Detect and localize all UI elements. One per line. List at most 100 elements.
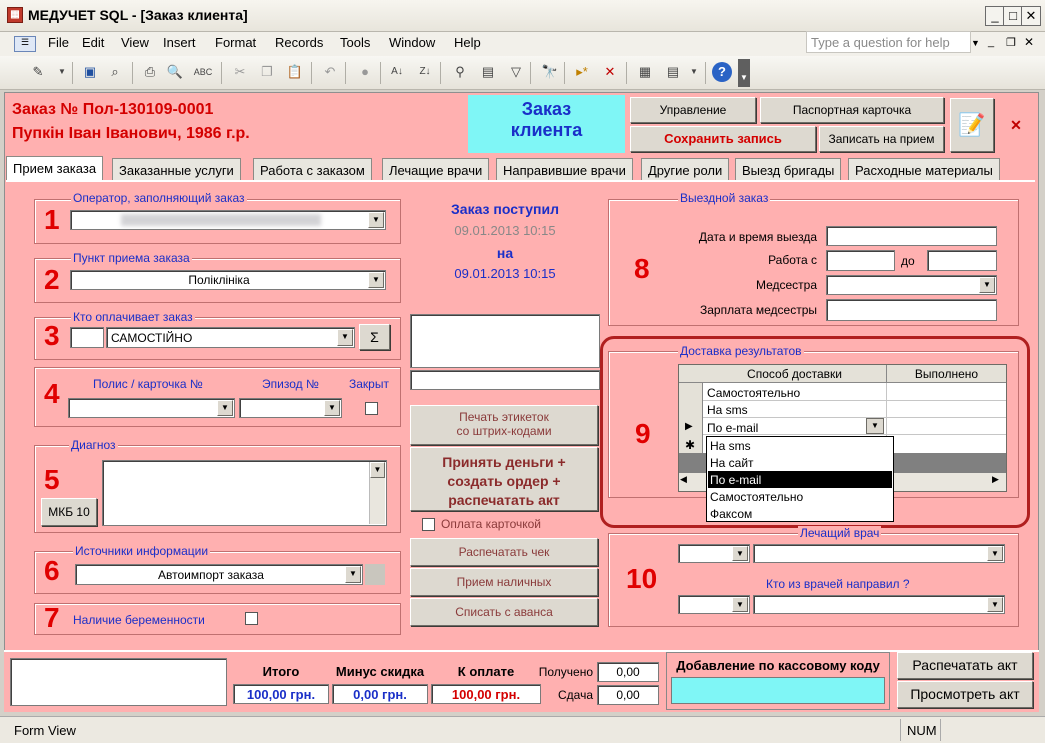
- chevron-down-icon[interactable]: ▼: [345, 566, 361, 583]
- undo-icon[interactable]: ↶: [320, 62, 340, 82]
- dropdown-option-fax[interactable]: Факсом: [710, 507, 752, 521]
- print-icon[interactable]: ⎙: [140, 62, 160, 82]
- chevron-down-icon[interactable]: ▼: [732, 546, 748, 561]
- chevron-down-icon[interactable]: ▼: [324, 400, 340, 416]
- menu-help[interactable]: Help: [451, 35, 484, 50]
- chevron-down-icon[interactable]: ▼: [370, 462, 385, 478]
- tab-consumables[interactable]: Расходные материалы: [848, 158, 1000, 180]
- tab-order-work[interactable]: Работа с заказом: [253, 158, 372, 180]
- filter-by-selection-icon[interactable]: ⚲: [450, 62, 470, 82]
- file-search-icon[interactable]: ⌕: [105, 62, 125, 82]
- menu-file[interactable]: File: [45, 35, 72, 50]
- cash-receipt-button[interactable]: Прием наличных: [410, 568, 598, 596]
- work-from-input[interactable]: [826, 250, 895, 271]
- tab-team-visit[interactable]: Выезд бригады: [735, 158, 842, 180]
- pregnancy-checkbox[interactable]: [245, 612, 258, 625]
- menu-records[interactable]: Records: [272, 35, 326, 50]
- view-act-button[interactable]: Просмотреть акт: [897, 681, 1033, 708]
- menu-format[interactable]: Format: [212, 35, 259, 50]
- spelling-icon[interactable]: ABC: [193, 62, 213, 82]
- write-off-advance-button[interactable]: Списать с аванса: [410, 598, 598, 626]
- tab-referring-doctors[interactable]: Направившие врачи: [496, 158, 633, 180]
- report-button[interactable]: 📝: [950, 98, 994, 152]
- chevron-down-icon[interactable]: ▼: [337, 329, 353, 346]
- save-record-button[interactable]: Сохранить запись: [630, 126, 816, 152]
- referrer-code-select[interactable]: ▼: [678, 595, 750, 614]
- delete-record-icon[interactable]: ✕: [600, 62, 620, 82]
- help-search-input[interactable]: Type a question for help: [806, 31, 971, 53]
- sum-button[interactable]: Σ: [359, 324, 390, 350]
- manage-button[interactable]: Управление: [630, 97, 756, 123]
- menu-tools[interactable]: Tools: [337, 35, 373, 50]
- find-icon[interactable]: 🔭: [540, 62, 560, 82]
- menu-view[interactable]: View: [118, 35, 152, 50]
- print-check-button[interactable]: Распечатать чек: [410, 538, 598, 566]
- nurse-select[interactable]: ▼: [826, 275, 997, 295]
- tab-attending-doctors[interactable]: Лечащие врачи: [382, 158, 490, 180]
- referrer-select[interactable]: ▼: [753, 595, 1005, 614]
- delivery-row-3[interactable]: По e-mail: [707, 421, 758, 435]
- close-form-icon[interactable]: ✕: [998, 98, 1034, 152]
- menu-window[interactable]: Window: [386, 35, 438, 50]
- help-icon[interactable]: ?: [712, 62, 732, 82]
- delivery-row-2[interactable]: На sms: [707, 403, 748, 417]
- diagnosis-scrollbar[interactable]: ▼: [369, 462, 385, 524]
- menu-edit[interactable]: Edit: [79, 35, 107, 50]
- doctor-select[interactable]: ▼: [753, 544, 1005, 563]
- form-menu-icon[interactable]: ☰: [14, 36, 36, 52]
- chevron-down-icon[interactable]: ▼: [987, 546, 1003, 561]
- copy-icon[interactable]: ❐: [257, 62, 277, 82]
- maximize-button[interactable]: □: [1003, 6, 1023, 26]
- visit-datetime-input[interactable]: [826, 226, 997, 246]
- card-payment-checkbox[interactable]: [422, 518, 435, 531]
- episode-select[interactable]: ▼: [239, 398, 342, 418]
- delivery-row-1[interactable]: Самостоятельно: [707, 386, 800, 400]
- chevron-down-icon[interactable]: ▼: [217, 400, 233, 416]
- dropdown-option-email[interactable]: По e-mail: [708, 471, 892, 488]
- payer-code-input[interactable]: [70, 327, 104, 348]
- received-input[interactable]: 0,00: [597, 662, 659, 682]
- scroll-right-icon[interactable]: ▶: [992, 474, 999, 485]
- footer-note-input[interactable]: [10, 658, 227, 706]
- chevron-down-icon[interactable]: ▼: [987, 597, 1003, 612]
- mkb10-button[interactable]: МКБ 10: [41, 498, 97, 526]
- dropdown-option-self[interactable]: Самостоятельно: [710, 490, 803, 504]
- new-record-icon[interactable]: ▸*: [572, 62, 592, 82]
- passport-card-button[interactable]: Паспортная карточка: [760, 97, 944, 123]
- chevron-down-icon[interactable]: ▼: [368, 272, 384, 288]
- cash-code-input[interactable]: [671, 677, 885, 704]
- new-object-dropdown-icon[interactable]: ▼: [684, 62, 704, 82]
- scroll-left-icon[interactable]: ◀: [680, 474, 687, 485]
- tab-order-intake[interactable]: Прием заказа: [6, 156, 104, 181]
- sources-select[interactable]: Автоимпорт заказа ▼: [75, 564, 363, 585]
- minimize-button[interactable]: _: [985, 6, 1005, 26]
- help-dropdown-icon[interactable]: ▼: [971, 38, 980, 48]
- chevron-down-icon[interactable]: ▼: [979, 277, 995, 293]
- payer-select[interactable]: САМОСТІЙНО ▼: [106, 327, 355, 348]
- appointment-button[interactable]: Записать на прием: [819, 126, 944, 152]
- operator-select[interactable]: ▼: [70, 210, 386, 230]
- closed-checkbox[interactable]: [365, 402, 378, 415]
- doctor-code-select[interactable]: ▼: [678, 544, 750, 563]
- diagnosis-textarea[interactable]: ▼: [102, 460, 387, 526]
- apply-filter-icon[interactable]: ▽: [506, 62, 526, 82]
- sort-descending-icon[interactable]: Z↓: [415, 62, 435, 82]
- intake-point-select[interactable]: Поліклініка ▼: [70, 270, 386, 290]
- paste-icon[interactable]: 📋: [285, 62, 305, 82]
- print-preview-icon[interactable]: 🔍: [165, 62, 185, 82]
- print-barcode-labels-button[interactable]: Печать этикеток со штрих-кодами: [410, 405, 598, 445]
- save-icon[interactable]: ▣: [80, 62, 100, 82]
- nurse-salary-input[interactable]: [826, 299, 997, 321]
- tab-ordered-services[interactable]: Заказанные услуги: [112, 158, 241, 180]
- app-icon[interactable]: ▦: [7, 7, 23, 23]
- work-to-input[interactable]: [927, 250, 997, 271]
- new-object-icon[interactable]: ▤: [663, 62, 683, 82]
- cut-icon[interactable]: ✂: [230, 62, 250, 82]
- dropdown-option-sms[interactable]: На sms: [710, 439, 751, 453]
- hyperlink-icon[interactable]: ●: [355, 62, 375, 82]
- mdi-restore-icon[interactable]: ❐: [1006, 36, 1016, 49]
- policy-select[interactable]: ▼: [68, 398, 235, 418]
- mdi-close-icon[interactable]: ✕: [1024, 35, 1034, 49]
- filter-by-form-icon[interactable]: ▤: [478, 62, 498, 82]
- design-view-icon[interactable]: ✎: [28, 62, 48, 82]
